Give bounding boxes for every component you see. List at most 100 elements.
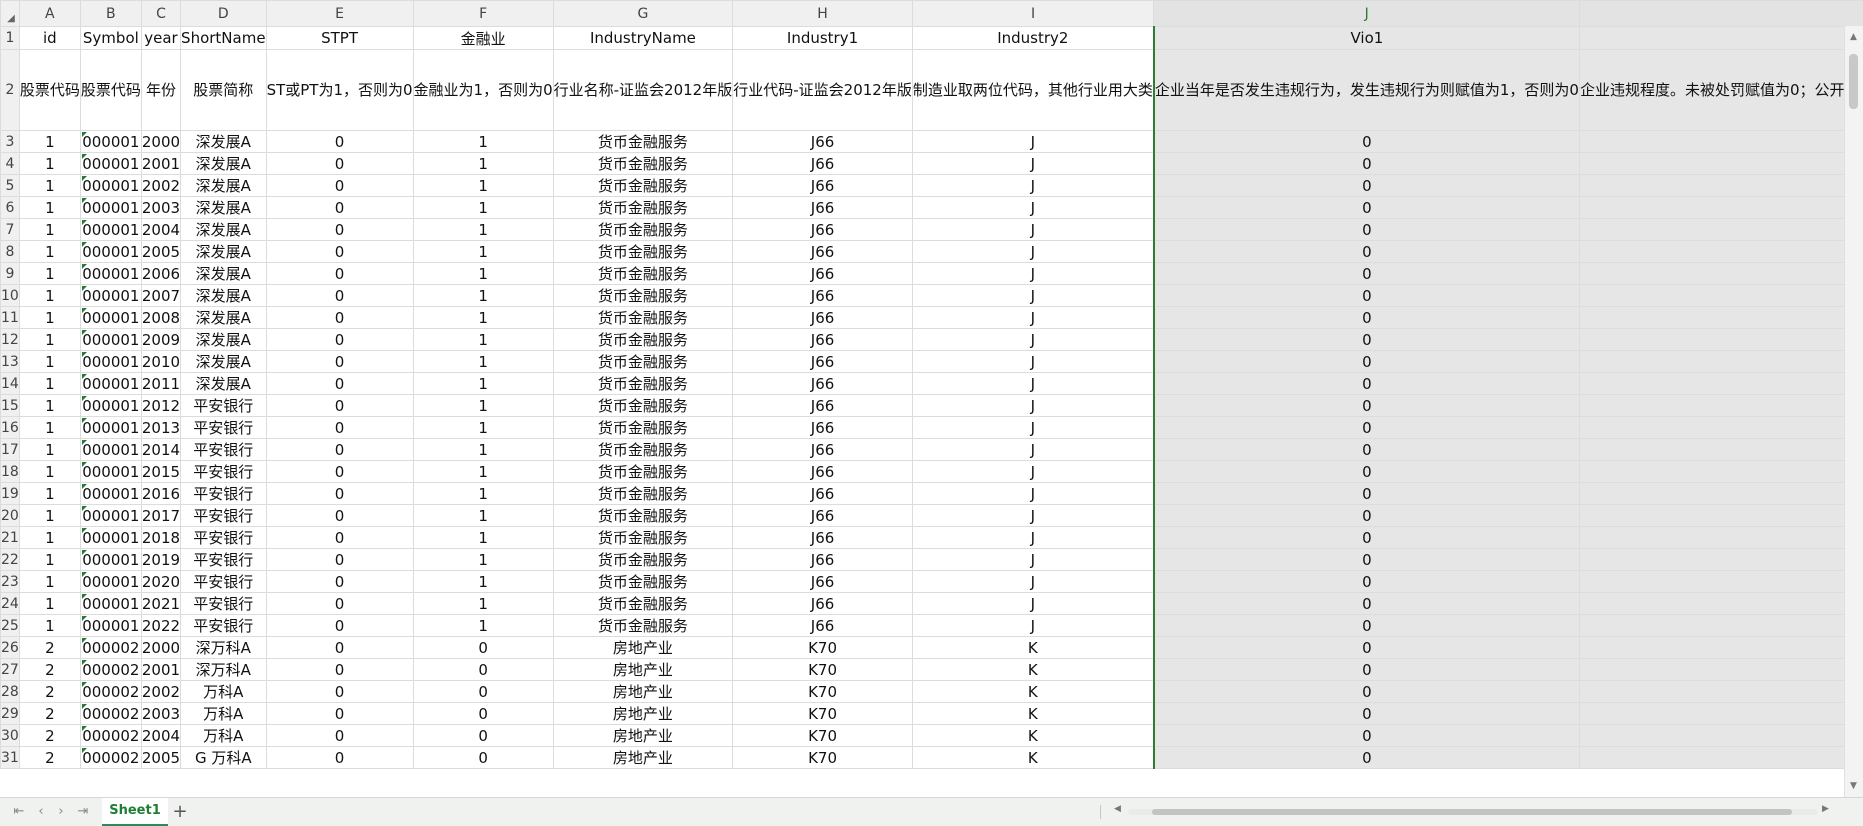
cell-h[interactable]: J66: [733, 263, 913, 285]
cell-j[interactable]: 0: [1154, 703, 1580, 725]
cell-g[interactable]: 货币金融服务: [553, 131, 733, 153]
cell-k[interactable]: 0: [1579, 593, 1863, 615]
first-sheet-icon[interactable]: ⇤: [10, 804, 28, 820]
cell-b[interactable]: 000001: [80, 307, 141, 329]
cell-k[interactable]: 0: [1579, 175, 1863, 197]
cell-e[interactable]: 0: [266, 285, 413, 307]
cell-d[interactable]: 平安银行: [181, 571, 267, 593]
cell-i[interactable]: J: [912, 505, 1154, 527]
cell-c[interactable]: 2018: [141, 527, 180, 549]
cell-d[interactable]: 深发展A: [181, 197, 267, 219]
cell-g[interactable]: 货币金融服务: [553, 439, 733, 461]
cell-i[interactable]: J: [912, 593, 1154, 615]
cell-b[interactable]: 000001: [80, 197, 141, 219]
cell-c[interactable]: 2017: [141, 505, 180, 527]
cell-g[interactable]: 货币金融服务: [553, 175, 733, 197]
cell-d[interactable]: 深发展A: [181, 175, 267, 197]
row-header[interactable]: 13: [1, 351, 20, 373]
column-header-i[interactable]: I: [912, 1, 1154, 27]
cell-k[interactable]: 0: [1579, 571, 1863, 593]
cell-b[interactable]: 000001: [80, 219, 141, 241]
cell-k[interactable]: 0: [1579, 659, 1863, 681]
cell-c[interactable]: 2004: [141, 219, 180, 241]
row-header[interactable]: 2: [1, 50, 20, 131]
cell-g[interactable]: 货币金融服务: [553, 615, 733, 637]
cell-j[interactable]: 0: [1154, 131, 1580, 153]
cell-g[interactable]: 货币金融服务: [553, 505, 733, 527]
cell-e[interactable]: 0: [266, 593, 413, 615]
cell-d[interactable]: 平安银行: [181, 505, 267, 527]
cell-i[interactable]: J: [912, 373, 1154, 395]
cell-f[interactable]: 1: [413, 483, 553, 505]
cell-b[interactable]: 000001: [80, 329, 141, 351]
row-header[interactable]: 9: [1, 263, 20, 285]
cell-k[interactable]: 0: [1579, 351, 1863, 373]
cell-d[interactable]: 万科A: [181, 703, 267, 725]
cell-k[interactable]: Vio2: [1579, 27, 1863, 50]
cell-a[interactable]: 1: [19, 153, 80, 175]
cell-a[interactable]: 1: [19, 197, 80, 219]
cell-h[interactable]: J66: [733, 571, 913, 593]
cell-j[interactable]: 0: [1154, 395, 1580, 417]
cell-c[interactable]: 2014: [141, 439, 180, 461]
cell-f[interactable]: 1: [413, 615, 553, 637]
cell-h[interactable]: J66: [733, 197, 913, 219]
cell-i[interactable]: J: [912, 307, 1154, 329]
cell-c[interactable]: 2003: [141, 197, 180, 219]
horizontal-scroll-thumb[interactable]: [1152, 809, 1792, 815]
cell-f[interactable]: 0: [413, 703, 553, 725]
cell-c[interactable]: 年份: [141, 50, 180, 131]
cell-b[interactable]: 000001: [80, 615, 141, 637]
cell-c[interactable]: 2015: [141, 461, 180, 483]
cell-k[interactable]: 0: [1579, 285, 1863, 307]
cell-k[interactable]: 0: [1579, 153, 1863, 175]
cell-e[interactable]: 0: [266, 725, 413, 747]
cell-j[interactable]: 0: [1154, 351, 1580, 373]
column-header-f[interactable]: F: [413, 1, 553, 27]
cell-k[interactable]: 0: [1579, 703, 1863, 725]
cell-d[interactable]: 股票简称: [181, 50, 267, 131]
cell-e[interactable]: 0: [266, 527, 413, 549]
cell-e[interactable]: 0: [266, 307, 413, 329]
cell-a[interactable]: 2: [19, 681, 80, 703]
cell-i[interactable]: J: [912, 219, 1154, 241]
cell-f[interactable]: 金融业为1，否则为0: [413, 50, 553, 131]
cell-i[interactable]: K: [912, 637, 1154, 659]
cell-k[interactable]: 0: [1579, 747, 1863, 769]
cell-b[interactable]: 000001: [80, 175, 141, 197]
cell-g[interactable]: 房地产业: [553, 703, 733, 725]
row-header[interactable]: 17: [1, 439, 20, 461]
cell-c[interactable]: 2005: [141, 241, 180, 263]
cell-b[interactable]: 000001: [80, 153, 141, 175]
cell-d[interactable]: 万科A: [181, 725, 267, 747]
cell-g[interactable]: 货币金融服务: [553, 593, 733, 615]
cell-b[interactable]: 000002: [80, 659, 141, 681]
cell-e[interactable]: 0: [266, 241, 413, 263]
cell-j[interactable]: 0: [1154, 285, 1580, 307]
cell-c[interactable]: 2002: [141, 175, 180, 197]
cell-a[interactable]: 1: [19, 549, 80, 571]
cell-d[interactable]: ShortName: [181, 27, 267, 50]
cell-j[interactable]: 0: [1154, 241, 1580, 263]
cell-g[interactable]: 货币金融服务: [553, 351, 733, 373]
row-header[interactable]: 31: [1, 747, 20, 769]
cell-b[interactable]: 000002: [80, 747, 141, 769]
cell-k[interactable]: 0: [1579, 395, 1863, 417]
cell-b[interactable]: 000001: [80, 483, 141, 505]
column-header-j[interactable]: J: [1154, 1, 1580, 27]
cell-f[interactable]: 1: [413, 395, 553, 417]
cell-e[interactable]: 0: [266, 549, 413, 571]
cell-c[interactable]: 2001: [141, 153, 180, 175]
cell-h[interactable]: J66: [733, 131, 913, 153]
row-header[interactable]: 18: [1, 461, 20, 483]
cell-f[interactable]: 1: [413, 461, 553, 483]
cell-f[interactable]: 0: [413, 681, 553, 703]
cell-e[interactable]: 0: [266, 461, 413, 483]
cell-d[interactable]: 万科A: [181, 681, 267, 703]
spreadsheet-grid[interactable]: ◢ ABCDEFGHIJK 1idSymbolyearShortNameSTPT…: [0, 0, 1863, 797]
cell-g[interactable]: 货币金融服务: [553, 219, 733, 241]
cell-b[interactable]: 000001: [80, 505, 141, 527]
cell-a[interactable]: 1: [19, 175, 80, 197]
cell-d[interactable]: 深发展A: [181, 307, 267, 329]
cell-h[interactable]: J66: [733, 505, 913, 527]
